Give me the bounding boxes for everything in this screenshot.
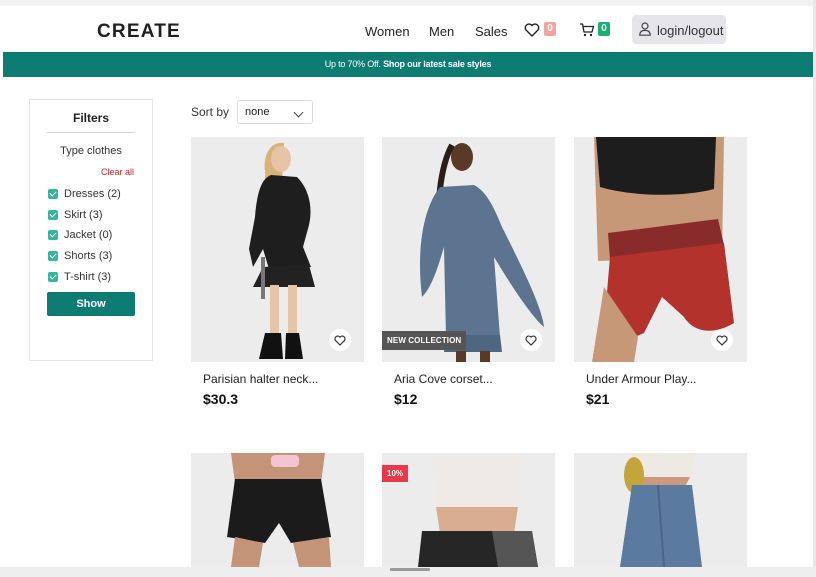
- scrollbar-thumb[interactable]: [390, 568, 430, 571]
- type-clothes-label: Type clothes: [60, 145, 122, 157]
- sort-select[interactable]: none: [237, 100, 313, 124]
- checkbox-checked[interactable]: [48, 189, 58, 200]
- checkbox-checked[interactable]: [48, 209, 58, 220]
- filter-option-shorts[interactable]: Shorts (3): [48, 246, 121, 267]
- add-to-favorites-button[interactable]: [711, 329, 733, 351]
- filter-option-tshirt[interactable]: T-shirt (3): [48, 266, 121, 287]
- product-name[interactable]: Under Armour Play...: [586, 372, 696, 386]
- site-header: CREATE Women Men Sales 0 0 login/logout: [0, 6, 813, 52]
- filter-option-label: Skirt (3): [64, 208, 103, 221]
- heart-icon: [334, 335, 346, 346]
- product-image[interactable]: 10%: [382, 453, 555, 567]
- clear-all-link[interactable]: Clear all: [101, 167, 134, 177]
- brand-logo[interactable]: CREATE: [97, 21, 181, 43]
- nav-link-sales[interactable]: Sales: [475, 24, 508, 39]
- add-to-favorites-button[interactable]: [520, 329, 542, 351]
- heart-icon: [525, 335, 537, 346]
- filter-option-jacket[interactable]: Jacket (0): [48, 225, 121, 246]
- checkbox-checked[interactable]: [48, 251, 58, 262]
- chevron-down-icon: [293, 107, 304, 118]
- filter-options-list: Dresses (2) Skirt (3) Jacket (0) Shorts …: [48, 184, 121, 287]
- filter-option-label: Jacket (0): [64, 229, 113, 242]
- nav-link-women[interactable]: Women: [365, 24, 410, 39]
- cart-icon[interactable]: [579, 23, 595, 37]
- promo-discount-text: Up to 70% Off.: [324, 59, 381, 69]
- heart-icon: [716, 335, 728, 346]
- login-logout-button[interactable]: login/logout: [632, 15, 726, 44]
- filters-divider: [47, 132, 135, 133]
- filters-panel: Filters Type clothes Clear all Dresses (…: [29, 99, 153, 361]
- filter-option-dresses[interactable]: Dresses (2): [48, 184, 121, 205]
- discount-tag: 10%: [382, 465, 409, 482]
- filter-option-label: Shorts (3): [64, 250, 113, 263]
- checkbox-checked[interactable]: [48, 271, 58, 282]
- product-photo-denim-skirt: [574, 453, 747, 567]
- filters-title: Filters: [72, 111, 109, 125]
- user-icon: [639, 22, 651, 36]
- horizontal-scrollbar[interactable]: [0, 567, 816, 577]
- favorites-count-badge: 0: [544, 22, 556, 36]
- product-name[interactable]: Parisian halter neck...: [203, 372, 318, 386]
- product-image[interactable]: [574, 453, 747, 567]
- sort-selected-value: none: [245, 106, 270, 118]
- sort-by-label: Sort by: [191, 105, 230, 119]
- nav-link-men[interactable]: Men: [429, 24, 454, 39]
- add-to-favorites-button[interactable]: [329, 329, 351, 351]
- show-results-button[interactable]: Show: [47, 292, 135, 316]
- cart-count-badge: 0: [598, 22, 610, 36]
- new-collection-tag: NEW COLLECTION: [382, 331, 467, 350]
- filter-option-label: T-shirt (3): [64, 270, 112, 283]
- promo-cta-link[interactable]: Shop our latest sale styles: [383, 59, 491, 69]
- product-price: $30.3: [203, 391, 239, 407]
- login-logout-label: login/logout: [657, 23, 724, 38]
- heart-icon[interactable]: [524, 23, 540, 37]
- filter-option-skirt[interactable]: Skirt (3): [48, 205, 121, 226]
- filter-option-label: Dresses (2): [64, 188, 121, 201]
- product-image[interactable]: [191, 453, 364, 567]
- product-price: $21: [586, 391, 610, 407]
- product-name[interactable]: Aria Cove corset...: [394, 372, 493, 386]
- promo-banner[interactable]: Up to 70% Off. Shop our latest sale styl…: [3, 52, 813, 77]
- product-photo-black-shorts: [191, 453, 364, 567]
- checkbox-checked[interactable]: [48, 230, 58, 241]
- product-price: $12: [394, 391, 418, 407]
